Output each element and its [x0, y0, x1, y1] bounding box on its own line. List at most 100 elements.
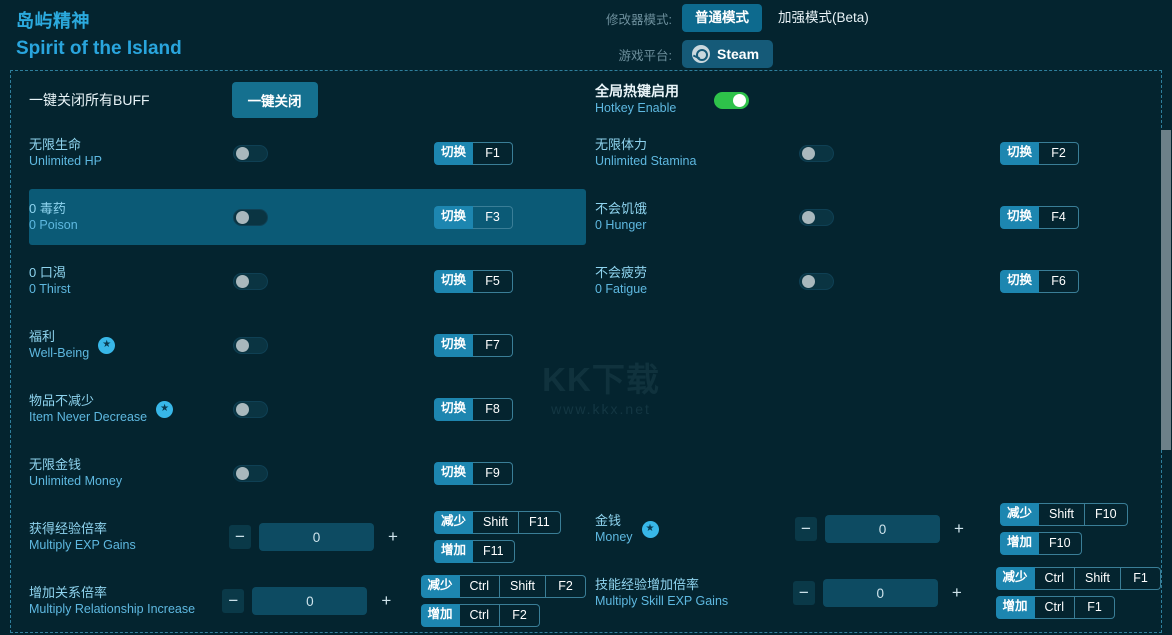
cheat-label-cn: 物品不减少: [29, 393, 95, 408]
hotkey-cap[interactable]: F10: [1039, 532, 1082, 555]
cheat-row[interactable]: 物品不减少 Item Never Decrease ★ 切换 F8: [29, 381, 586, 437]
cheat-toggle-left-5[interactable]: [233, 464, 268, 482]
hotkey-cap[interactable]: F8: [473, 397, 514, 421]
hotkey-line[interactable]: 增加 Ctrl F2: [420, 604, 586, 627]
increment-button[interactable]: +: [948, 517, 970, 541]
hotkey-cap[interactable]: F2: [1039, 141, 1080, 165]
hotkey-cap[interactable]: F9: [473, 461, 514, 485]
hotkey-line[interactable]: 切换 F9: [434, 461, 514, 485]
value-input[interactable]: 0: [259, 523, 374, 551]
vertical-scrollbar[interactable]: [1160, 70, 1172, 635]
cheat-label-en: Multiply Skill EXP Gains: [595, 594, 729, 608]
hotkey-cap[interactable]: Ctrl: [459, 575, 500, 598]
cheat-toggle-right-2[interactable]: [799, 272, 834, 290]
hotkey-action-tag: 增加: [995, 596, 1035, 619]
cheat-row[interactable]: 福利 Well-Being ★ 切换 F7: [29, 317, 586, 373]
cheat-row[interactable]: 不会疲劳 0 Fatigue 切换 F6: [595, 253, 1161, 309]
hotkey-line[interactable]: 增加 F11: [434, 540, 561, 563]
hotkey-cap[interactable]: F1: [473, 141, 514, 165]
hotkey-cap[interactable]: F5: [473, 269, 514, 293]
hotkey-cap[interactable]: Ctrl: [459, 604, 500, 627]
cheat-toggle-left-4[interactable]: [233, 400, 268, 418]
decrement-button[interactable]: −: [795, 517, 817, 541]
hotkey-line[interactable]: 切换 F2: [1000, 141, 1080, 165]
hotkey-cap[interactable]: F10: [1085, 503, 1128, 526]
hotkey-cap[interactable]: F2: [499, 604, 540, 627]
hotkey-line[interactable]: 减少 Ctrl Shift F2: [420, 575, 586, 598]
cheat-row[interactable]: 技能经验增加倍率 Multiply Skill EXP Gains −0 + 减少 Ctr…: [595, 565, 1161, 621]
hotkey-cap[interactable]: F3: [473, 205, 514, 229]
cheat-label-cn: 不会疲劳: [595, 265, 648, 280]
hotkey-cap[interactable]: Ctrl: [1034, 567, 1075, 590]
cheat-row[interactable]: 无限生命 Unlimited HP 切换 F1: [29, 125, 586, 181]
cheat-row[interactable]: 不会饥饿 0 Hunger 切换 F4: [595, 189, 1161, 245]
decrement-button[interactable]: −: [792, 581, 815, 605]
cheat-toggle-left-3[interactable]: [233, 336, 268, 354]
increment-button[interactable]: +: [382, 525, 404, 549]
cheat-row[interactable]: 无限金钱 Unlimited Money 切换 F9: [29, 445, 586, 501]
hotkey-line[interactable]: 切换 F7: [434, 333, 514, 357]
mode-enhanced-button[interactable]: 加强模式(Beta): [770, 4, 877, 32]
increment-button[interactable]: +: [946, 581, 968, 605]
scrollbar-thumb[interactable]: [1161, 130, 1171, 450]
platform-steam-button[interactable]: Steam: [682, 40, 774, 68]
hotkey-cap[interactable]: F6: [1039, 269, 1080, 293]
hotkey-group: 切换 F6: [1000, 269, 1080, 293]
hotkey-action-tag: 切换: [434, 269, 474, 293]
hotkey-line[interactable]: 切换 F8: [434, 397, 514, 421]
cheat-toggle-left-0[interactable]: [233, 144, 268, 162]
cheat-toggle-right-1[interactable]: [799, 208, 834, 226]
hotkey-line[interactable]: 增加 F10: [1000, 532, 1128, 555]
hotkey-cap[interactable]: Ctrl: [1034, 596, 1075, 619]
value-input[interactable]: 0: [252, 587, 368, 615]
hotkey-line[interactable]: 减少 Shift F11: [434, 511, 561, 534]
cheat-row[interactable]: 金钱 Money ★ −0 + 减少 Shift F10 增加 F10: [595, 501, 1161, 557]
hotkey-cap[interactable]: Shift: [1074, 567, 1121, 590]
hotkey-enable-toggle[interactable]: [714, 91, 749, 109]
hotkey-cap[interactable]: F11: [519, 511, 561, 534]
cheat-row[interactable]: 0 毒药 0 Poison 切换 F3: [29, 189, 586, 245]
hotkey-group: 切换 F7: [434, 333, 514, 357]
toggle-knob: [236, 339, 249, 352]
hotkey-line[interactable]: 减少 Ctrl Shift F1: [995, 567, 1161, 590]
cheat-toggle-right-0[interactable]: [799, 144, 834, 162]
hotkey-line[interactable]: 增加 Ctrl F1: [995, 596, 1161, 619]
decrement-button[interactable]: −: [229, 525, 251, 549]
hotkey-cap[interactable]: F1: [1074, 596, 1115, 619]
hotkey-cap[interactable]: F4: [1039, 205, 1080, 229]
close-all-button[interactable]: 一键关闭: [231, 82, 318, 118]
hotkey-line[interactable]: 切换 F1: [434, 141, 514, 165]
cheat-row[interactable]: 无限体力 Unlimited Stamina 切换 F2: [595, 125, 1161, 181]
toggle-container: [229, 336, 434, 354]
hotkey-action-tag: 增加: [434, 540, 474, 563]
cheat-row[interactable]: 获得经验倍率 Multiply EXP Gains −0 + 减少 Shift F11 增加 F…: [29, 509, 586, 565]
hotkey-cap[interactable]: Shift: [473, 511, 520, 534]
hotkey-cap[interactable]: Shift: [1039, 503, 1086, 526]
value-input[interactable]: 0: [825, 515, 940, 543]
hotkey-cap[interactable]: F11: [473, 540, 515, 563]
hotkey-cap[interactable]: F7: [473, 333, 514, 357]
hotkey-line[interactable]: 切换 F3: [434, 205, 514, 229]
cheat-toggle-left-1[interactable]: [233, 208, 268, 226]
cheat-label-group: 不会饥饿 0 Hunger: [595, 200, 795, 234]
toggle-knob: [236, 211, 249, 224]
cheat-label-group: 0 毒药 0 Poison: [29, 200, 229, 234]
hotkey-line[interactable]: 切换 F5: [434, 269, 514, 293]
cheat-label-cn: 技能经验增加倍率: [595, 577, 700, 592]
value-input[interactable]: 0: [822, 579, 938, 607]
right-column: 全局热键启用 Hotkey Enable 无限体力 Unlimited Stami…: [586, 71, 1161, 632]
decrement-button[interactable]: −: [222, 589, 245, 613]
cheat-label-cn: 不会饥饿: [595, 201, 648, 216]
mode-normal-button[interactable]: 普通模式: [682, 4, 762, 32]
hotkey-cap[interactable]: Shift: [499, 575, 546, 598]
cheat-row[interactable]: 0 口渴 0 Thirst 切换 F5: [29, 253, 586, 309]
increment-button[interactable]: +: [375, 589, 397, 613]
hotkey-cap[interactable]: F2: [546, 575, 586, 598]
hotkey-line[interactable]: 切换 F4: [1000, 205, 1080, 229]
cheat-row[interactable]: 增加关系倍率 Multiply Relationship Increase −0 + 减…: [29, 573, 586, 629]
hotkey-cap[interactable]: F1: [1121, 567, 1161, 590]
hotkey-line[interactable]: 减少 Shift F10: [1000, 503, 1128, 526]
cheat-toggle-left-2[interactable]: [233, 272, 268, 290]
cheat-label-cn: 无限生命: [29, 137, 82, 152]
hotkey-line[interactable]: 切换 F6: [1000, 269, 1080, 293]
